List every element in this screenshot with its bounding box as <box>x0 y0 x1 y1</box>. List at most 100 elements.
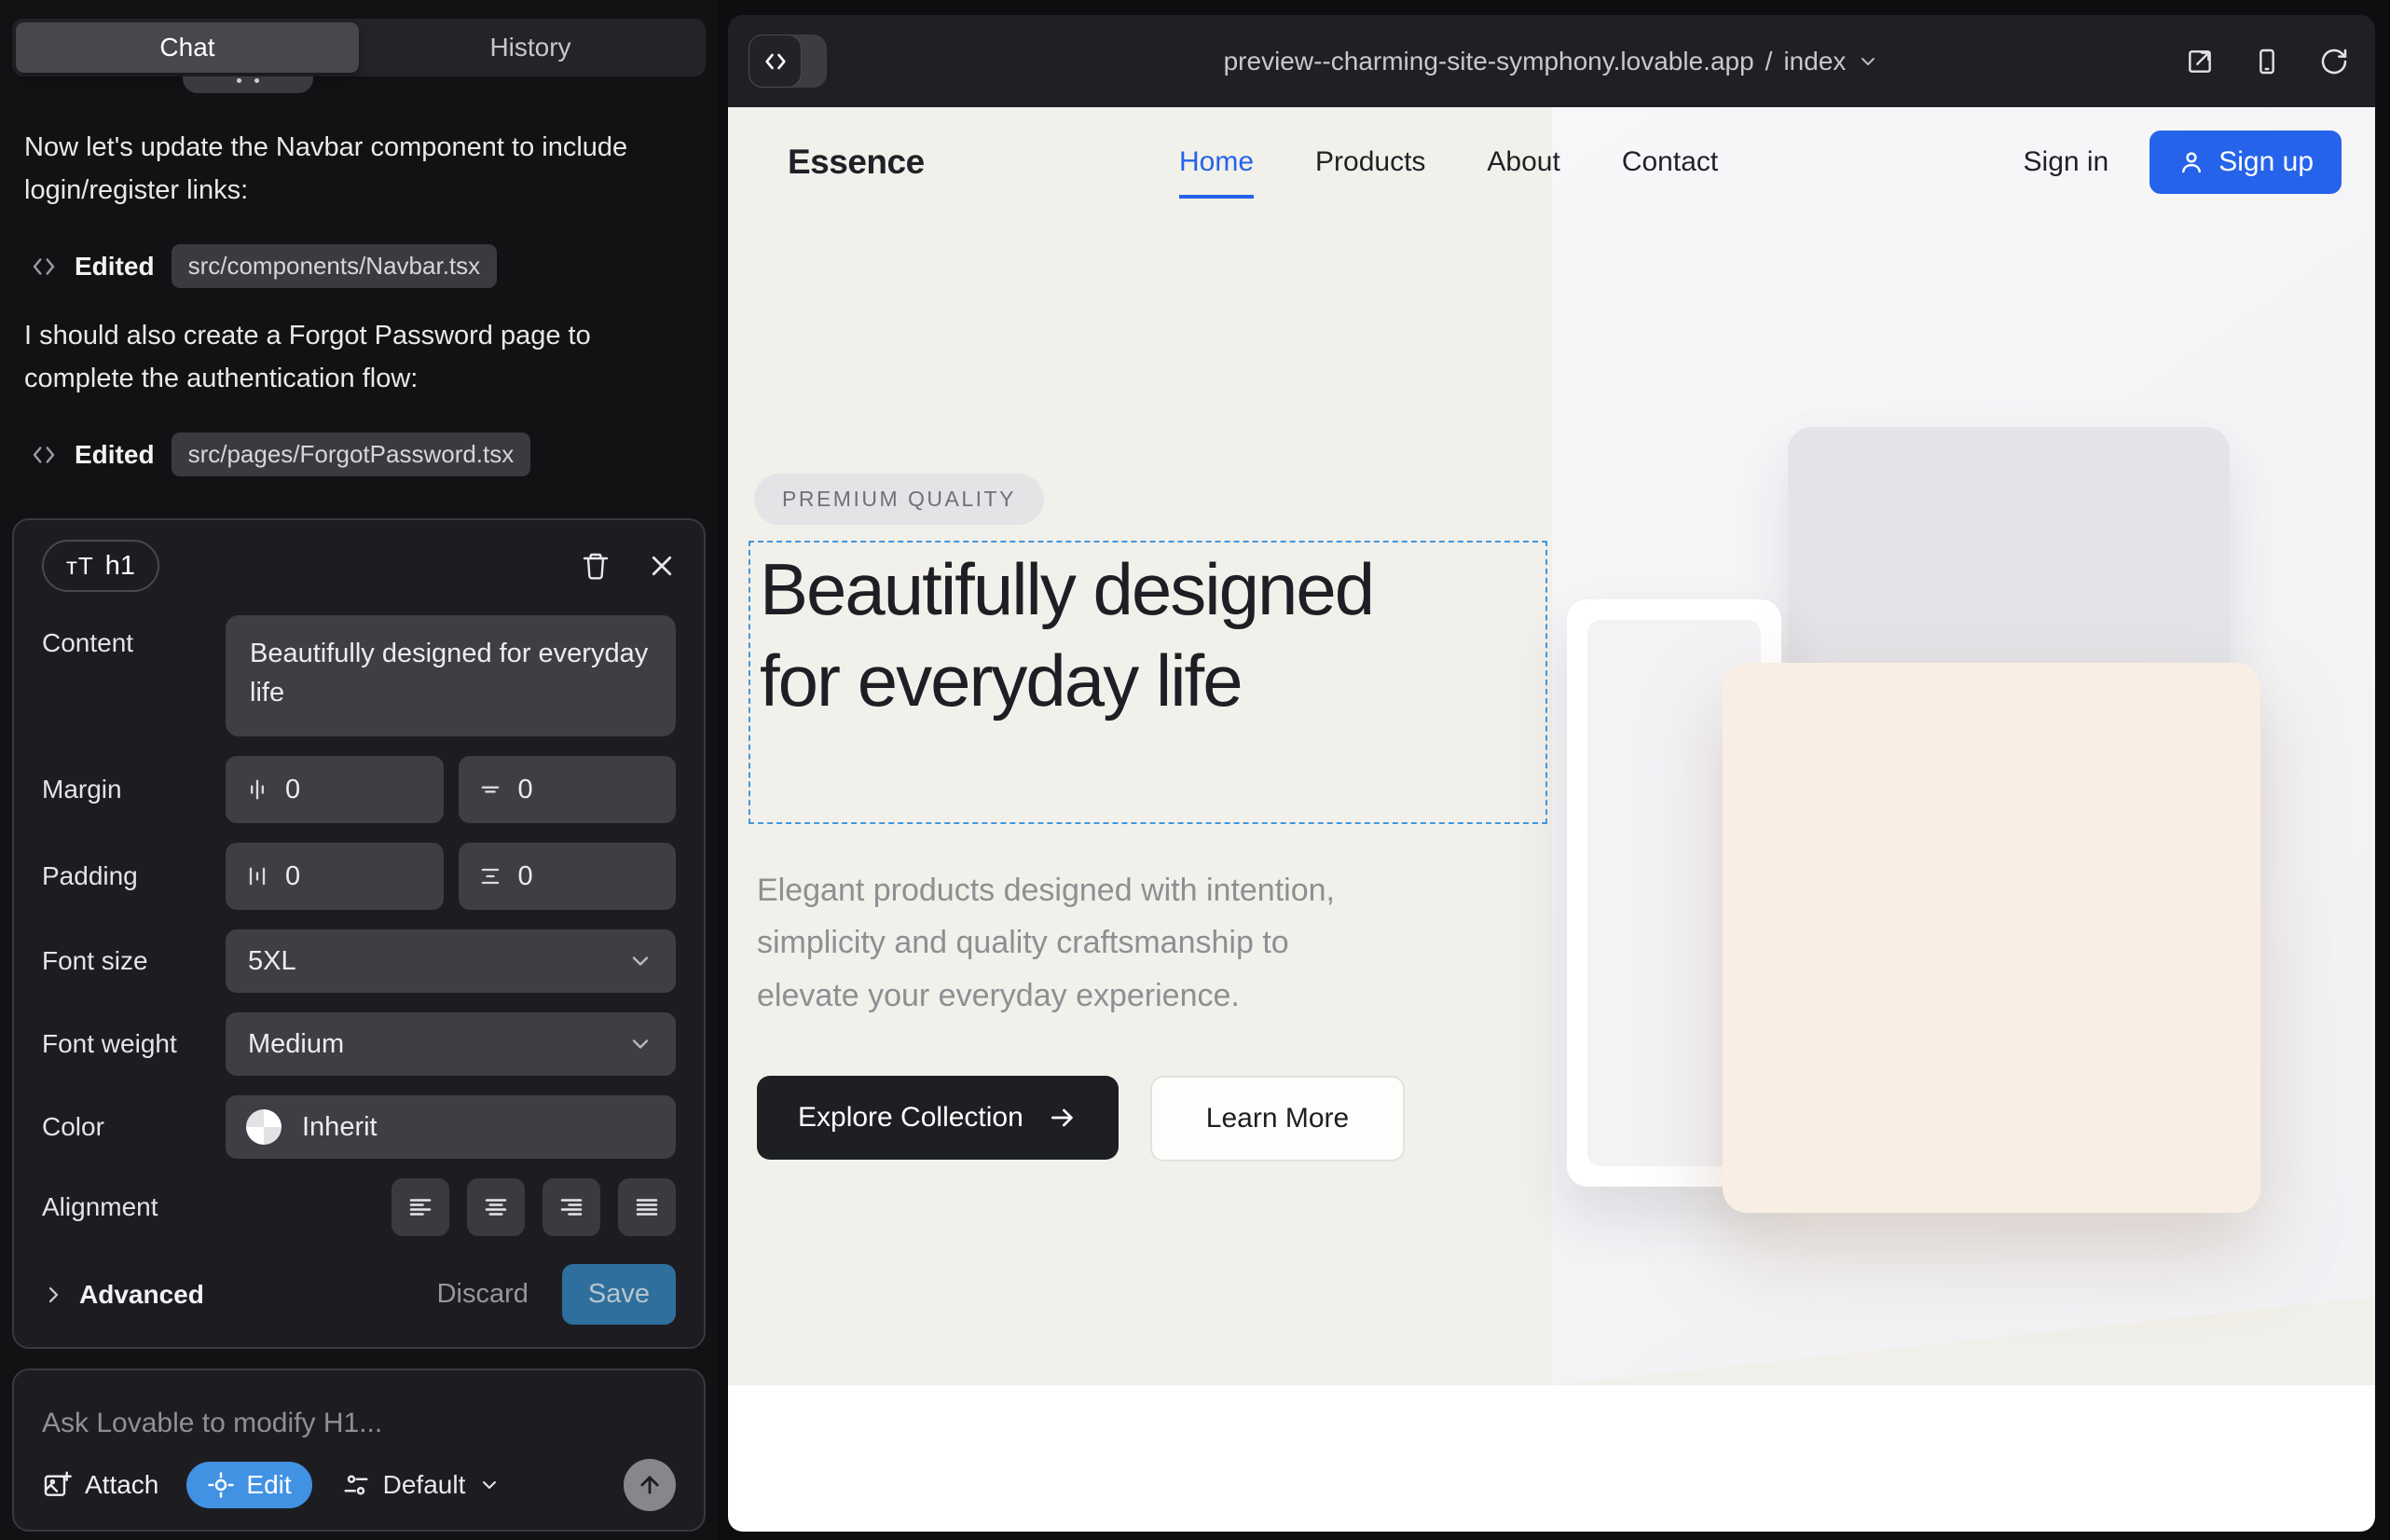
code-icon <box>30 441 58 469</box>
text-type-icon: тT <box>66 552 94 581</box>
edited-label: Edited <box>75 440 155 470</box>
sign-up-button[interactable]: Sign up <box>2150 131 2342 194</box>
assistant-message: Now let's update the Navbar component to… <box>24 127 686 213</box>
element-editor-panel: тT h1 Content Beautifully designed for e… <box>12 518 706 1349</box>
rendered-page: Essence Home Products About Contact Sign… <box>728 107 2375 1532</box>
padding-horizontal-input[interactable]: 0 <box>226 843 444 910</box>
current-page: index <box>1783 47 1846 76</box>
color-swatch <box>246 1109 282 1145</box>
align-left-button[interactable] <box>391 1178 449 1236</box>
edit-mode-button[interactable]: Edit <box>186 1462 311 1508</box>
margin-label: Margin <box>42 775 226 804</box>
padding-label: Padding <box>42 861 226 891</box>
site-navbar: Essence Home Products About Contact Sign… <box>728 107 2375 217</box>
user-icon <box>2177 148 2205 176</box>
font-size-label: Font size <box>42 946 226 976</box>
file-chip-navbar[interactable]: src/components/Navbar.tsx <box>172 244 498 288</box>
chevron-down-icon <box>478 1474 501 1496</box>
site-logo[interactable]: Essence <box>788 143 925 182</box>
model-default-button[interactable]: Default <box>342 1470 501 1500</box>
align-center-button[interactable] <box>467 1178 525 1236</box>
padding-vertical-icon <box>477 863 503 889</box>
font-weight-select[interactable]: Medium <box>226 1012 676 1076</box>
align-right-button[interactable] <box>543 1178 600 1236</box>
advanced-toggle[interactable]: Advanced <box>42 1280 204 1310</box>
file-chip-forgot-password[interactable]: src/pages/ForgotPassword.tsx <box>172 433 531 476</box>
browser-toolbar: preview--charming-site-symphony.lovable.… <box>728 15 2375 107</box>
attach-button[interactable]: Attach <box>42 1470 158 1500</box>
align-justify-icon <box>633 1193 661 1221</box>
tab-chat[interactable]: Chat <box>16 22 359 73</box>
close-icon <box>648 552 676 580</box>
arrow-right-icon <box>1048 1103 1078 1133</box>
margin-horizontal-icon <box>244 777 270 803</box>
color-picker-field[interactable]: Inherit <box>226 1095 676 1159</box>
margin-horizontal-input[interactable]: 0 <box>226 756 444 823</box>
chevron-right-icon <box>42 1284 64 1306</box>
content-textarea[interactable]: Beautifully designed for everyday life <box>226 615 676 736</box>
chevron-down-icon <box>1857 50 1879 73</box>
open-in-new-tab-button[interactable] <box>2185 47 2215 76</box>
clipped-chip <box>183 76 313 93</box>
hero-description: Elegant products designed with intention… <box>757 864 1391 1022</box>
chat-history-tabs: Chat History <box>12 19 706 76</box>
discard-button[interactable]: Discard <box>437 1279 529 1310</box>
chevron-down-icon <box>627 948 653 974</box>
decorative-card-beige <box>1723 663 2260 1213</box>
color-label: Color <box>42 1112 226 1142</box>
refresh-button[interactable] <box>2319 47 2349 76</box>
attach-image-icon <box>42 1470 72 1500</box>
hero-heading[interactable]: Beautifully designed for everyday life <box>760 544 1431 726</box>
url-bar[interactable]: preview--charming-site-symphony.lovable.… <box>728 15 2375 107</box>
hero-section: Essence Home Products About Contact Sign… <box>728 107 2375 1385</box>
premium-quality-badge: PREMIUM QUALITY <box>754 474 1044 525</box>
trash-icon <box>581 551 611 581</box>
smartphone-icon <box>2252 47 2282 76</box>
alignment-label: Alignment <box>42 1192 226 1222</box>
send-button[interactable] <box>624 1459 676 1511</box>
learn-more-button[interactable]: Learn More <box>1150 1076 1405 1162</box>
nav-link-contact[interactable]: Contact <box>1622 146 1718 178</box>
margin-vertical-input[interactable]: 0 <box>459 756 677 823</box>
nav-link-about[interactable]: About <box>1487 146 1559 178</box>
edited-file-row: Edited src/components/Navbar.tsx <box>30 244 497 288</box>
selected-element-tag: тT h1 <box>42 540 159 592</box>
preview-browser: preview--charming-site-symphony.lovable.… <box>728 15 2375 1532</box>
margin-vertical-icon <box>477 777 503 803</box>
edited-file-row: Edited src/pages/ForgotPassword.tsx <box>30 433 530 476</box>
chat-composer[interactable]: Ask Lovable to modify H1... Attach Edit … <box>12 1368 706 1532</box>
arrow-up-icon <box>637 1472 663 1498</box>
code-icon <box>30 253 58 281</box>
element-tag-name: h1 <box>105 551 135 582</box>
preview-url: preview--charming-site-symphony.lovable.… <box>1224 47 1754 76</box>
font-size-select[interactable]: 5XL <box>226 929 676 993</box>
tab-history[interactable]: History <box>359 22 702 73</box>
align-center-icon <box>482 1193 510 1221</box>
nav-link-home[interactable]: Home <box>1179 146 1254 178</box>
sign-in-link[interactable]: Sign in <box>2024 146 2109 178</box>
url-separator: / <box>1765 47 1773 76</box>
lovable-sidebar: Chat History Now let's update the Navbar… <box>0 0 718 1540</box>
align-justify-button[interactable] <box>618 1178 676 1236</box>
external-link-icon <box>2185 47 2215 76</box>
mobile-view-button[interactable] <box>2252 47 2282 76</box>
padding-vertical-input[interactable]: 0 <box>459 843 677 910</box>
save-button[interactable]: Save <box>562 1264 676 1325</box>
font-weight-label: Font weight <box>42 1029 226 1059</box>
selected-element-outline[interactable]: Beautifully designed for everyday life <box>749 541 1547 824</box>
sliders-icon <box>342 1471 370 1499</box>
padding-horizontal-icon <box>244 863 270 889</box>
delete-element-button[interactable] <box>581 551 611 581</box>
assistant-message: I should also create a Forgot Password p… <box>24 315 686 401</box>
refresh-icon <box>2319 47 2349 76</box>
composer-input[interactable]: Ask Lovable to modify H1... <box>42 1408 676 1439</box>
explore-collection-button[interactable]: Explore Collection <box>757 1076 1119 1160</box>
nav-link-products[interactable]: Products <box>1315 146 1425 178</box>
align-left-icon <box>406 1193 434 1221</box>
edited-label: Edited <box>75 252 155 282</box>
target-icon <box>207 1471 235 1499</box>
chevron-down-icon <box>627 1031 653 1057</box>
hero-curve-decoration <box>1552 1297 2375 1385</box>
content-label: Content <box>42 628 226 658</box>
close-editor-button[interactable] <box>648 552 676 580</box>
